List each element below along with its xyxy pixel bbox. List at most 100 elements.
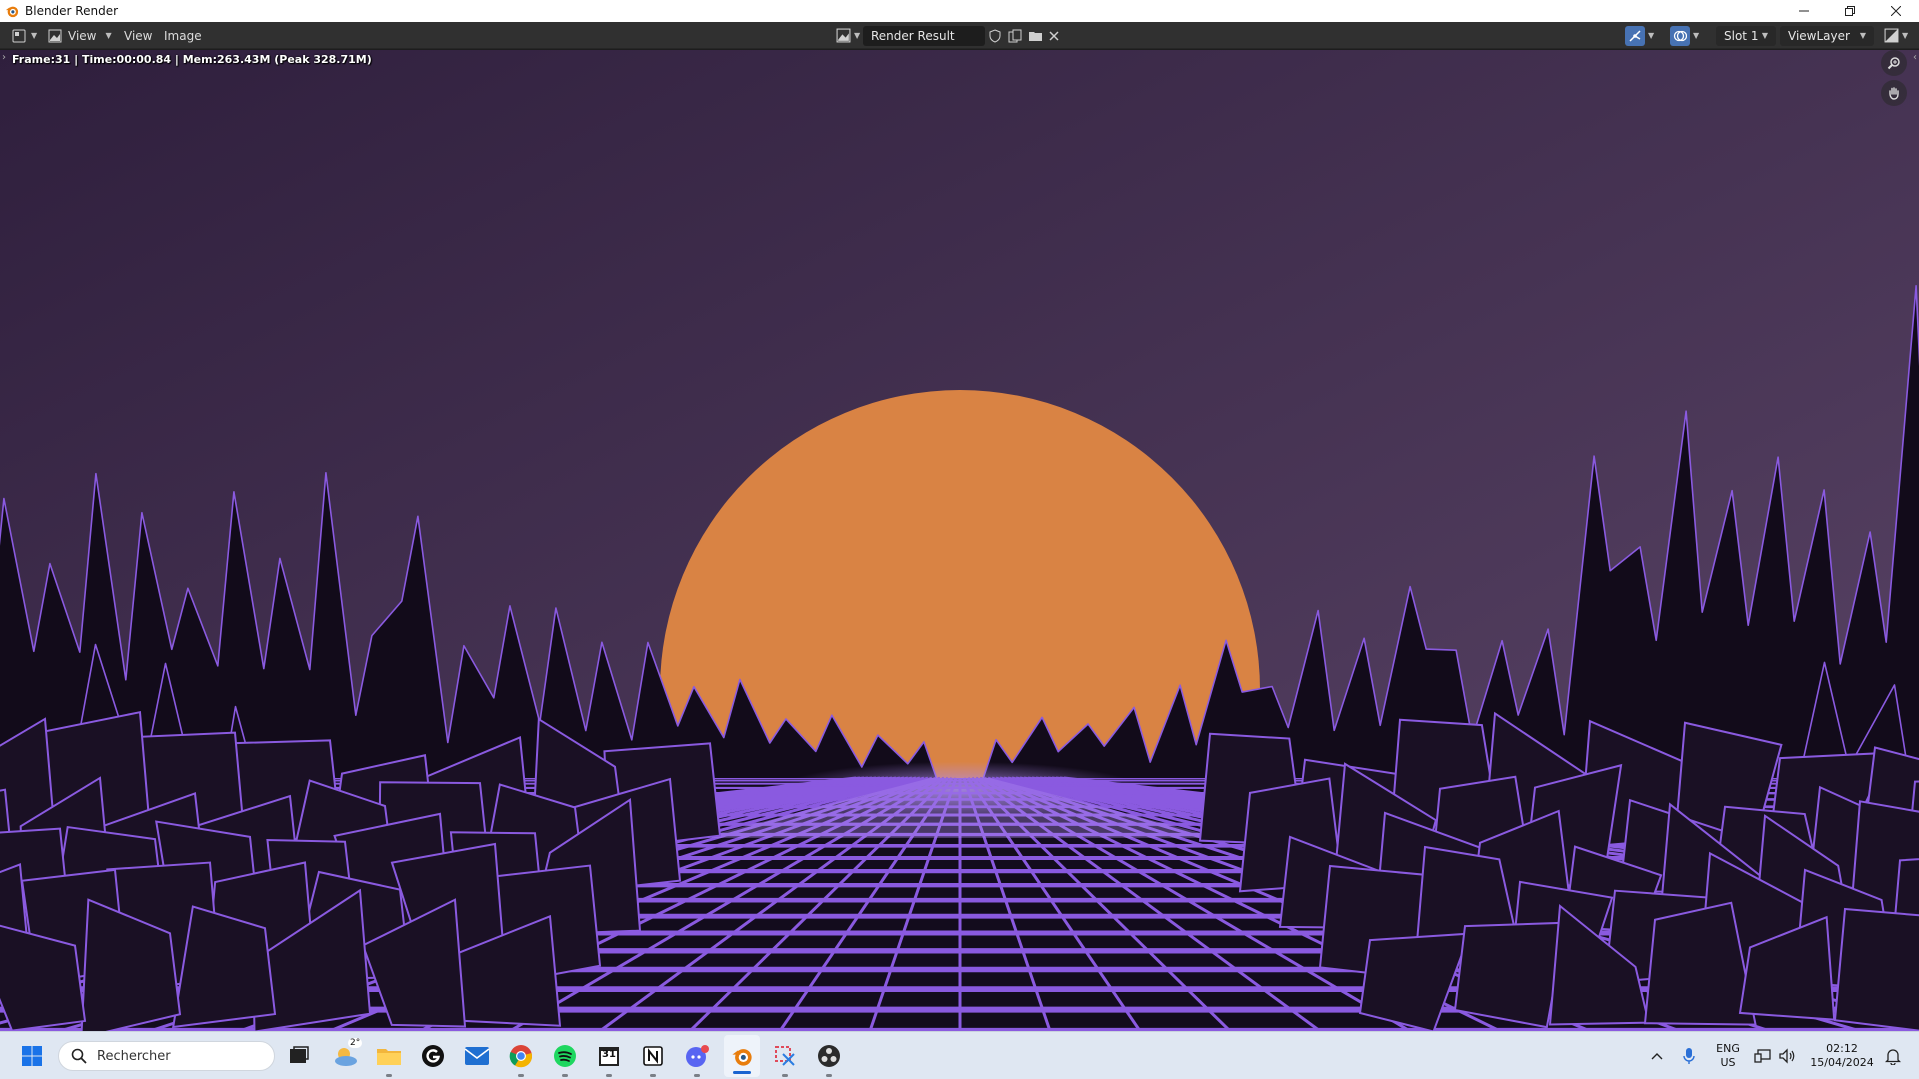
gizmo-toggle[interactable]: ▼: [1625, 22, 1654, 49]
zoom-view-button[interactable]: [1881, 50, 1907, 76]
volume-status[interactable]: [1776, 1032, 1798, 1079]
close-icon: [1891, 6, 1901, 16]
color-alpha-icon: [1884, 28, 1899, 43]
microphone-icon: [1683, 1048, 1695, 1064]
fake-user-button[interactable]: [988, 22, 1002, 49]
search-placeholder: Rechercher: [97, 1048, 171, 1064]
widgets-weather-button[interactable]: 2°: [328, 1032, 364, 1079]
minimize-button[interactable]: [1781, 0, 1827, 22]
close-button[interactable]: [1873, 0, 1919, 22]
folder-icon: [1029, 31, 1042, 41]
image-name: Render Result: [871, 28, 955, 43]
app-file-explorer[interactable]: [372, 1032, 406, 1079]
duplicate-image-button[interactable]: [1008, 22, 1022, 49]
app-notion[interactable]: [636, 1032, 670, 1079]
active-app-indicator: [733, 1071, 751, 1074]
app-discord[interactable]: [680, 1032, 714, 1079]
app-blender[interactable]: [724, 1035, 760, 1077]
language-indicator[interactable]: ENG US: [1712, 1032, 1744, 1079]
taskbar-search-box[interactable]: Rechercher: [58, 1041, 275, 1071]
image-editor-header: ▼ View ▼ View Image ▼ Render Result ▼ ▼ …: [0, 22, 1919, 49]
unlink-image-button[interactable]: [1048, 22, 1060, 49]
slot-dropdown[interactable]: Slot 1 ▼: [1716, 25, 1776, 46]
running-indicator: [606, 1074, 612, 1077]
minimize-icon: [1799, 10, 1809, 12]
chevron-down-icon: ▼: [1648, 31, 1655, 40]
render-stats: Frame:31 | Time:00:00.84 | Mem:263.43M (…: [12, 53, 372, 66]
magnifier-icon: [1887, 57, 1900, 70]
view-mode-dropdown[interactable]: View ▼: [48, 22, 112, 49]
duplicate-icon: [1008, 29, 1022, 42]
restore-icon: [1845, 6, 1855, 16]
snipping-tool-icon: [775, 1046, 795, 1066]
task-view-button[interactable]: [283, 1032, 315, 1079]
obs-icon: [818, 1045, 840, 1067]
clock[interactable]: 02:12 15/04/2024: [1806, 1032, 1878, 1079]
app-g-hub[interactable]: [416, 1032, 450, 1079]
open-image-button[interactable]: [1028, 22, 1043, 49]
app-calendar[interactable]: 31: [592, 1032, 626, 1079]
restore-button[interactable]: [1827, 0, 1873, 22]
view-layer-label: ViewLayer: [1788, 28, 1850, 43]
running-indicator: [782, 1074, 788, 1077]
discord-icon: [686, 1045, 709, 1067]
render-result-image: [0, 50, 1919, 1031]
network-icon: [1754, 1049, 1771, 1063]
pan-view-button[interactable]: [1881, 80, 1907, 106]
language-code: ENG: [1716, 1042, 1740, 1055]
notion-icon: [643, 1046, 663, 1066]
chevron-down-icon: ▼: [1859, 31, 1866, 40]
mail-icon: [464, 1047, 490, 1065]
notifications-button[interactable]: [1882, 1032, 1904, 1079]
bell-icon: [1885, 1049, 1901, 1065]
window-title-bar: Blender Render: [0, 0, 1919, 22]
gizmo-icon: [1629, 29, 1641, 42]
overlay-toggle[interactable]: ▼: [1670, 22, 1699, 49]
task-view-icon: [290, 1046, 309, 1063]
view-layer-dropdown[interactable]: ViewLayer ▼: [1780, 25, 1874, 46]
spotify-icon: [554, 1045, 576, 1067]
toolbar-expand-arrow[interactable]: ›: [2, 52, 6, 63]
running-indicator: [562, 1074, 568, 1077]
window-title: Blender Render: [25, 4, 119, 18]
terrain-face: [1453, 921, 1568, 1029]
network-status[interactable]: [1752, 1032, 1774, 1079]
windows-taskbar: Rechercher 2° 31 ENG US 02:12 15/04/2024: [0, 1031, 1919, 1079]
sidebar-expand-arrow[interactable]: ‹: [1913, 52, 1917, 63]
search-icon: [71, 1048, 87, 1064]
microphone-status[interactable]: [1678, 1032, 1700, 1079]
speaker-icon: [1779, 1048, 1795, 1064]
clock-time: 02:12: [1826, 1042, 1858, 1055]
show-hidden-icons-button[interactable]: [1646, 1032, 1668, 1079]
app-obs[interactable]: [812, 1032, 846, 1079]
screen: Blender Render ▼ View ▼ View Image ▼ Ren…: [0, 0, 1919, 1079]
windows-logo-icon: [22, 1046, 42, 1066]
chevron-down-icon: ▼: [1761, 31, 1768, 40]
menu-image[interactable]: Image: [158, 22, 208, 49]
app-mail[interactable]: [460, 1032, 494, 1079]
menu-view[interactable]: View: [118, 22, 158, 49]
keyboard-layout: US: [1720, 1056, 1736, 1069]
running-indicator: [650, 1074, 656, 1077]
start-button[interactable]: [16, 1032, 48, 1079]
running-indicator: [386, 1074, 392, 1077]
app-snipping-tool[interactable]: [768, 1032, 802, 1079]
editor-type-selector[interactable]: ▼: [10, 22, 37, 49]
chevron-down-icon: ▼: [1693, 31, 1700, 40]
running-indicator: [826, 1074, 832, 1077]
app-chrome[interactable]: [504, 1032, 538, 1079]
image-name-field[interactable]: Render Result: [863, 25, 985, 46]
chevron-down-icon: ▼: [31, 31, 38, 40]
overlay-icon: [1673, 30, 1687, 41]
chevron-down-icon: ▼: [105, 31, 112, 40]
browse-image-button[interactable]: ▼: [836, 22, 860, 49]
image-editor-icon: [12, 29, 26, 42]
calendar-day: 31: [602, 1049, 616, 1060]
chevron-down-icon: ▼: [1902, 31, 1909, 40]
image-viewport[interactable]: Frame:31 | Time:00:00.84 | Mem:263.43M (…: [0, 50, 1919, 1031]
chevron-up-icon: [1651, 1053, 1663, 1060]
clock-date: 15/04/2024: [1810, 1056, 1874, 1069]
window-controls: [1781, 0, 1919, 22]
app-spotify[interactable]: [548, 1032, 582, 1079]
display-channels-dropdown[interactable]: ▼: [1884, 22, 1908, 49]
